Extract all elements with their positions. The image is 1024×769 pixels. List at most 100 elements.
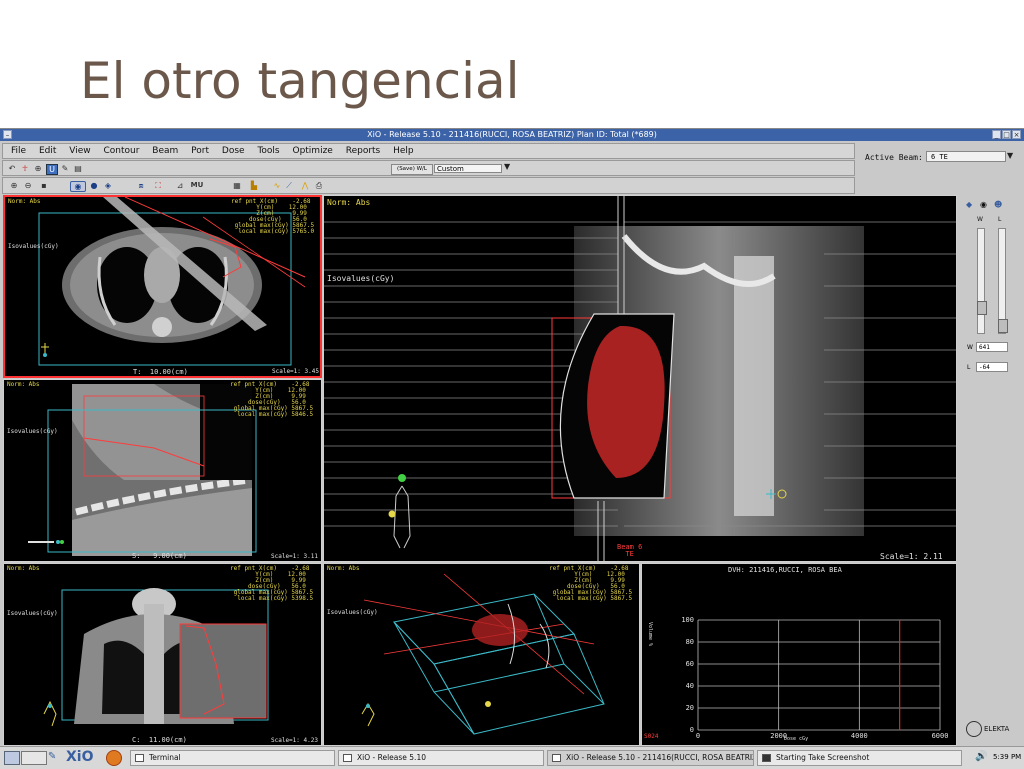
camera-icon [762, 754, 771, 762]
sagittal-scale: Scale=1: 3.11 [271, 553, 318, 560]
taskbar-item-label: Terminal [149, 753, 181, 762]
pencil-icon[interactable]: ✎ [48, 751, 56, 762]
zoom-out-icon[interactable]: ⊖ [23, 181, 33, 190]
dvh-x-tick-label: 6000 [932, 732, 949, 740]
coronal-scale: Scale=1: 4.23 [271, 737, 318, 744]
save-icon[interactable]: ▪ [39, 181, 49, 190]
taskbar-item-terminal[interactable]: Terminal [130, 750, 335, 766]
window-slider-thumb[interactable] [977, 301, 987, 315]
elekta-logo-icon [966, 721, 982, 737]
menu-tools[interactable]: Tools [257, 146, 279, 156]
level-slider[interactable] [998, 228, 1008, 334]
chevron-down-icon[interactable]: ▼ [1007, 151, 1013, 160]
taskbar-item-xio-plan[interactable]: XiO - Release 5.10 - 211416(RUCCI, ROSA … [547, 750, 754, 766]
menu-file[interactable]: File [11, 146, 26, 156]
rotate-icon[interactable]: ◈ [103, 181, 113, 190]
taskbar-item-xio[interactable]: XiO - Release 5.10 [338, 750, 544, 766]
calculator-icon[interactable]: ▦ [232, 181, 242, 190]
wl-preset-select[interactable]: Custom [434, 164, 502, 173]
sagittal-ref-point: ref pnt X(cm) -2.68 Y(cm) 12.00 Z(cm) 9.… [230, 381, 314, 418]
menu-optimize[interactable]: Optimize [292, 146, 332, 156]
patient-icon[interactable]: ☥ [20, 164, 30, 173]
chart-icon[interactable]: ▙ [249, 181, 259, 190]
menu-reports[interactable]: Reports [346, 146, 381, 156]
menu-dose[interactable]: Dose [222, 146, 245, 156]
menu-edit[interactable]: Edit [39, 146, 56, 156]
dvh-y-tick-label: 80 [686, 638, 694, 646]
contour-u-icon[interactable]: U [46, 164, 58, 175]
level-value-input[interactable]: -64 [976, 362, 1008, 372]
slide-title: El otro tangencial [80, 52, 520, 110]
dvh-x-tick-label: 2000 [770, 732, 787, 740]
field-icon[interactable]: ⛶ [153, 181, 163, 190]
workspace-switcher-icon[interactable] [21, 751, 47, 765]
menu-help[interactable]: Help [393, 146, 414, 156]
menu-contour[interactable]: Contour [103, 146, 139, 156]
beams-eye-view[interactable]: Norm: Abs Isovalues(cGy) Beam 6 TE Scale… [323, 195, 957, 562]
menu-view[interactable]: View [69, 146, 90, 156]
active-beam-select[interactable]: 6 TE [926, 151, 1006, 162]
sagittal-isovalues-label: Isovalues(cGy) [7, 428, 58, 435]
firefox-icon[interactable] [106, 750, 122, 766]
close-icon[interactable]: × [1012, 130, 1021, 139]
wrench-icon[interactable]: ✎ [60, 164, 70, 173]
sort-icon[interactable]: ⋀ [300, 181, 310, 190]
maximize-icon[interactable]: □ [1002, 130, 1011, 139]
undo-icon[interactable]: ↶ [7, 164, 17, 173]
menu-port[interactable]: Port [191, 146, 209, 156]
taskbar-item-screenshot[interactable]: Starting Take Screenshot [757, 750, 962, 766]
window-menu-icon[interactable]: – [3, 130, 12, 139]
dvh-chart: Volume % Dose cGy 0 20 40 60 80 100 0 2000 4000 6… [647, 616, 949, 742]
window-slider[interactable] [977, 228, 987, 334]
color-icon[interactable]: ◆ [966, 200, 972, 209]
view-select-icon[interactable]: ◉ [70, 181, 86, 192]
dvh-x-tick-label: 4000 [851, 732, 868, 740]
isodose-icon[interactable]: ∿ [272, 181, 282, 190]
drr-image [324, 196, 956, 561]
zoom-in-icon[interactable]: ⊕ [9, 181, 19, 190]
volume-icon[interactable]: 🔊 [975, 751, 987, 762]
globe-icon[interactable]: ● [89, 181, 99, 190]
sagittal-view[interactable]: Norm: Abs Isovalues(cGy) ref pnt X(cm) -… [3, 379, 322, 562]
wedge-icon[interactable]: ⊿ [175, 181, 185, 190]
show-desktop-icon[interactable] [4, 751, 20, 765]
window-titlebar: XiO - Release 5.10 - 211416(RUCCI, ROSA … [0, 129, 1024, 141]
axial-norm-label: Norm: Abs [8, 198, 41, 205]
window-value-input[interactable]: 641 [976, 342, 1008, 352]
xio-logo[interactable]: XiO [66, 749, 94, 765]
bev-norm-label: Norm: Abs [327, 198, 371, 207]
dvh-x-tick-label: 0 [696, 732, 700, 740]
open-icon[interactable]: ▤ [73, 164, 83, 173]
wl-save-button[interactable]: (Save) W/L [391, 164, 433, 175]
xio-window: XiO - Release 5.10 - 211416(RUCCI, ROSA … [0, 128, 1024, 749]
level-slider-thumb[interactable] [998, 319, 1008, 333]
elekta-logo: ELEKTA [984, 725, 1010, 733]
dvh-icon[interactable]: ⟋ [284, 181, 294, 190]
eye-icon[interactable]: ◉ [980, 200, 987, 209]
taskbar-item-label: XiO - Release 5.10 - 211416(RUCCI, ROSA … [566, 753, 754, 762]
mu-button[interactable]: MU [189, 181, 205, 190]
bev-scale: Scale=1: 2.11 [880, 552, 943, 561]
head-icon[interactable]: ☻ [994, 200, 1002, 209]
dvh-view[interactable]: DVH: 211416,RUCCI, ROSA BEA S024 Volume … [641, 563, 957, 746]
window-level-panel: ◆ ◉ ☻ W L W 641 L -64 ELEKTA [958, 194, 1024, 749]
taskbar-item-label: XiO - Release 5.10 [357, 753, 426, 762]
dvh-y-tick-label: 60 [686, 660, 694, 668]
menu-beam[interactable]: Beam [152, 146, 178, 156]
coronal-ref-point: ref pnt X(cm) -2.68 Y(cm) 12.00 Z(cm) 9.… [230, 565, 314, 602]
axial-scale: Scale=1: 3.45 [272, 368, 319, 375]
axial-view[interactable]: Norm: Abs Isovalues(cGy) ref pnt X(cm) -… [3, 195, 322, 378]
coronal-view[interactable]: Norm: Abs Isovalues(cGy) ref pnt X(cm) -… [3, 563, 322, 746]
beam-eye-icon[interactable]: ⧈ [136, 181, 146, 190]
room-3d-view[interactable]: Norm: Abs Isovalues(cGy) ref pnt X(cm) -… [323, 563, 640, 746]
minimize-icon[interactable]: _ [992, 130, 1001, 139]
taskbar-item-label: Starting Take Screenshot [776, 753, 870, 762]
print-icon[interactable]: ⎙ [314, 181, 324, 190]
window-icon [552, 754, 561, 762]
target-icon[interactable]: ⊕ [33, 164, 43, 173]
bev-beam-label: Beam 6 TE [617, 543, 643, 558]
3d-ref-point: ref pnt X(cm) -2.68 Y(cm) 12.00 Z(cm) 9.… [549, 565, 633, 602]
chevron-down-icon[interactable]: ▼ [504, 162, 510, 171]
dvh-y-axis-label: Volume % [647, 622, 653, 646]
sagittal-slice-position: S: 9.00(cm) [132, 552, 187, 560]
